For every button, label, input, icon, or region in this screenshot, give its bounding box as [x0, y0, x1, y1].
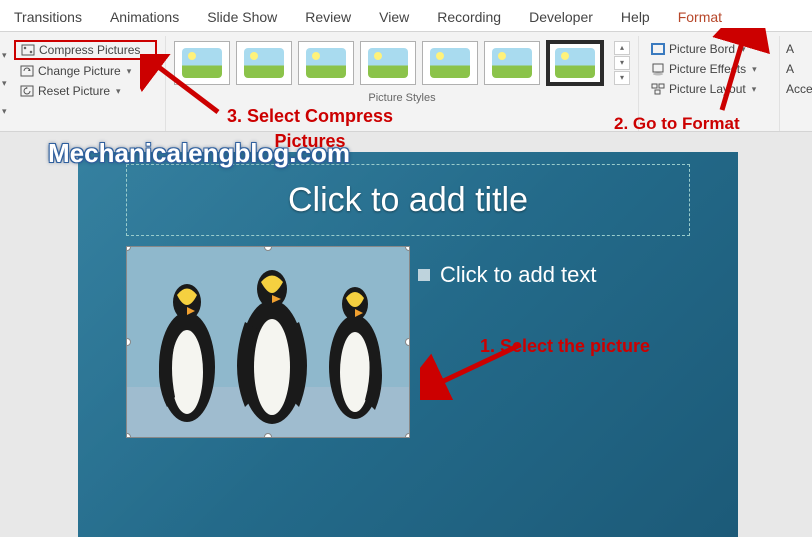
effects-label: Picture Effects [669, 62, 746, 76]
reset-picture-button[interactable]: Reset Picture ▾ [14, 82, 157, 100]
watermark-text: Mechanicalengblog.com [48, 138, 350, 169]
compress-label: Compress Pictures [39, 43, 140, 57]
effects-icon [651, 62, 665, 76]
style-thumb-3[interactable] [298, 41, 354, 85]
resize-handle[interactable] [405, 246, 410, 251]
chevron-down-icon: ▾ [127, 66, 132, 77]
resize-handle[interactable] [405, 433, 410, 438]
change-label: Change Picture [38, 64, 121, 78]
ribbon-tabs: Transitions Animations Slide Show Review… [0, 0, 812, 32]
style-thumb-6[interactable] [484, 41, 540, 85]
picture-border-button[interactable]: Picture Bord ▾ [647, 40, 771, 58]
border-label: Picture Bord [669, 42, 735, 56]
tab-slideshow[interactable]: Slide Show [193, 3, 291, 31]
tab-animations[interactable]: Animations [96, 3, 193, 31]
compress-pictures-button[interactable]: Compress Pictures [14, 40, 157, 60]
ribbon: ▾ ▾ ▾ Compress Pictures Change Picture ▾… [0, 32, 812, 132]
alt-text-a1[interactable]: A [784, 40, 812, 58]
tab-developer[interactable]: Developer [515, 3, 607, 31]
penguins-image [127, 247, 410, 438]
styles-scroll-down[interactable]: ▾ [614, 56, 630, 70]
tab-transitions[interactable]: Transitions [0, 3, 96, 31]
tab-view[interactable]: View [365, 3, 423, 31]
chevron-down-icon: ▾ [752, 64, 757, 75]
chevron-down-icon: ▾ [752, 84, 757, 95]
picture-styles-group: ▴ ▾ ▾ Picture Styles [166, 36, 639, 131]
layout-label: Picture Layout [669, 82, 746, 96]
tab-recording[interactable]: Recording [423, 3, 515, 31]
tab-format[interactable]: Format [664, 3, 736, 31]
chevron-down-icon: ▾ [741, 44, 746, 55]
title-text: Click to add title [288, 181, 528, 220]
layout-icon [651, 82, 665, 96]
border-icon [651, 42, 665, 56]
style-thumb-7[interactable] [546, 40, 604, 86]
chevron-down-icon: ▾ [116, 86, 121, 97]
styles-expand[interactable]: ▾ [614, 71, 630, 85]
styles-scroll-up[interactable]: ▴ [614, 41, 630, 55]
tab-review[interactable]: Review [291, 3, 365, 31]
change-picture-button[interactable]: Change Picture ▾ [14, 62, 157, 80]
style-thumb-5[interactable] [422, 41, 478, 85]
change-picture-icon [20, 64, 34, 78]
right-partial-group: A A Acce [779, 36, 812, 131]
reset-picture-icon [20, 84, 34, 98]
adjust-group: Compress Pictures Change Picture ▾ Reset… [6, 36, 166, 131]
style-thumb-2[interactable] [236, 41, 292, 85]
picture-styles-label: Picture Styles [368, 92, 435, 104]
slide[interactable]: Click to add title Click to add text [78, 152, 738, 537]
title-placeholder[interactable]: Click to add title [126, 164, 690, 236]
alt-text-a2[interactable]: A [784, 60, 812, 78]
picture-effects-button[interactable]: Picture Effects ▾ [647, 60, 771, 78]
compress-icon [21, 43, 35, 57]
resize-handle[interactable] [126, 433, 131, 438]
content-placeholder[interactable]: Click to add text [418, 262, 718, 288]
inserted-picture[interactable] [126, 246, 410, 438]
slide-canvas[interactable]: Click to add title Click to add text [0, 132, 812, 537]
styles-gallery-controls: ▴ ▾ ▾ [614, 41, 630, 85]
resize-handle[interactable] [405, 338, 410, 346]
style-thumb-1[interactable] [174, 41, 230, 85]
picture-format-group: Picture Bord ▾ Picture Effects ▾ Picture… [639, 36, 779, 131]
bullet-icon [418, 269, 430, 281]
reset-label: Reset Picture [38, 84, 110, 98]
accessibility-label: Acce [784, 80, 812, 98]
style-thumb-4[interactable] [360, 41, 416, 85]
resize-handle[interactable] [264, 433, 272, 438]
tab-help[interactable]: Help [607, 3, 664, 31]
content-text: Click to add text [440, 262, 597, 288]
picture-layout-button[interactable]: Picture Layout ▾ [647, 80, 771, 98]
